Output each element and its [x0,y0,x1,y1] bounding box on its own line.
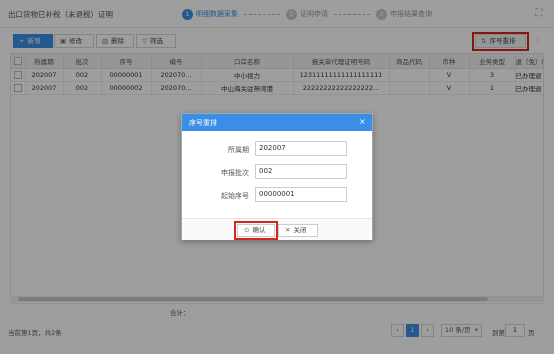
period-label: 所属期 [228,146,249,154]
start-number-input[interactable]: 00000001 [255,187,347,202]
check-circle-icon: ⊙ [244,226,250,234]
confirm-button-label: 确认 [252,226,266,234]
dialog-title: 序号重排 [189,119,217,127]
close-icon[interactable]: × [359,117,366,126]
reorder-dialog: 序号重排 × 所属期 202007 申报批次 002 起始序号 00000001… [181,113,373,240]
x-icon: ✕ [285,226,291,234]
dialog-footer: ⊙ 确认 ✕ 关闭 [182,218,372,240]
close-dialog-button-label: 关闭 [293,226,307,234]
close-dialog-button[interactable]: ✕ 关闭 [278,224,318,237]
confirm-button[interactable]: ⊙ 确认 [237,224,275,237]
batch-label: 申报批次 [221,169,249,177]
start-number-label: 起始序号 [221,192,249,200]
dialog-header: 序号重排 × [182,114,372,131]
batch-input[interactable]: 002 [255,164,347,179]
period-input[interactable]: 202007 [255,141,347,156]
